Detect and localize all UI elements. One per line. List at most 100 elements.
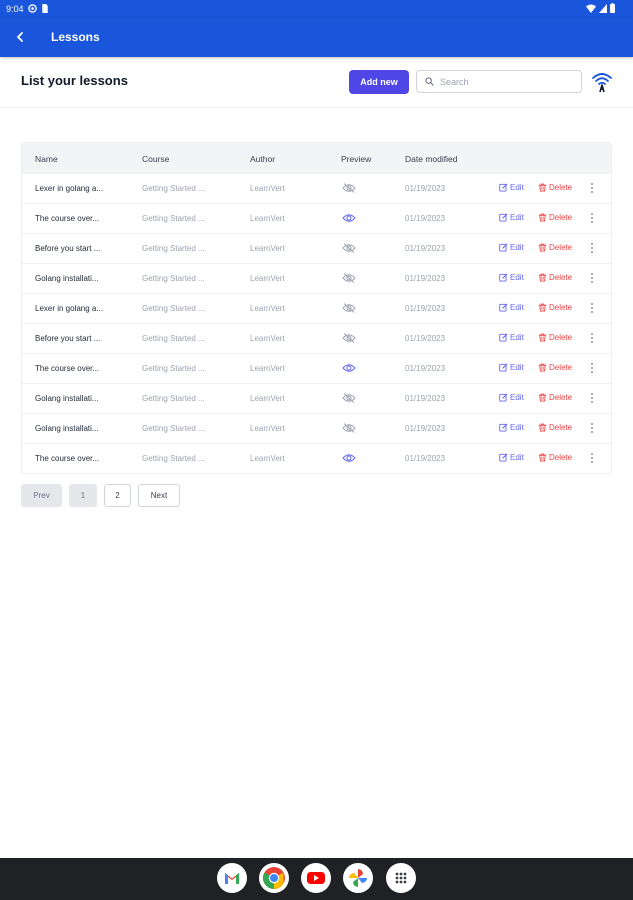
- edit-button[interactable]: Edit: [499, 423, 524, 432]
- more-options-icon[interactable]: [589, 182, 595, 196]
- lessons-table: Name Course Author Preview Date modified…: [21, 142, 612, 474]
- gmail-icon[interactable]: [217, 863, 247, 893]
- edit-button[interactable]: Edit: [499, 393, 524, 402]
- system-dock: [0, 858, 633, 900]
- battery-status-icon: [610, 3, 615, 15]
- table-row[interactable]: The course over... Getting Started ... L…: [22, 203, 611, 233]
- lesson-name: Golang installati...: [35, 394, 99, 403]
- lesson-author: LearnVert: [250, 424, 285, 433]
- trash-icon: [538, 423, 547, 432]
- column-header-date-modified[interactable]: Date modified: [405, 154, 457, 164]
- edit-button[interactable]: Edit: [499, 303, 524, 312]
- table-header: Name Course Author Preview Date modified: [22, 143, 611, 173]
- more-options-icon[interactable]: [589, 392, 595, 406]
- table-row[interactable]: Before you start ... Getting Started ...…: [22, 233, 611, 263]
- more-options-icon[interactable]: [589, 452, 595, 466]
- trash-icon: [538, 273, 547, 282]
- edit-label: Edit: [510, 423, 524, 432]
- pagination-page-2[interactable]: 2: [104, 484, 131, 507]
- pagination-prev-button[interactable]: Prev: [21, 484, 62, 507]
- edit-icon: [499, 333, 508, 342]
- search-input[interactable]: [440, 74, 575, 89]
- more-options-icon[interactable]: [589, 422, 595, 436]
- table-row[interactable]: Lexer in golang a... Getting Started ...…: [22, 173, 611, 203]
- app-drawer-icon[interactable]: [386, 863, 416, 893]
- delete-button[interactable]: Delete: [538, 453, 572, 462]
- lesson-author: LearnVert: [250, 304, 285, 313]
- table-row[interactable]: The course over... Getting Started ... L…: [22, 443, 611, 473]
- eye-icon: [342, 364, 356, 372]
- delete-button[interactable]: Delete: [538, 303, 572, 312]
- more-options-icon[interactable]: [589, 362, 595, 376]
- page-header: List your lessons Add new: [0, 57, 633, 108]
- delete-button[interactable]: Delete: [538, 243, 572, 252]
- connectivity-icon[interactable]: [591, 71, 613, 98]
- column-header-course[interactable]: Course: [142, 154, 169, 164]
- edit-button[interactable]: Edit: [499, 183, 524, 192]
- edit-button[interactable]: Edit: [499, 363, 524, 372]
- page-title: List your lessons: [21, 73, 128, 88]
- edit-button[interactable]: Edit: [499, 243, 524, 252]
- status-bar: 9:04: [0, 0, 633, 18]
- delete-button[interactable]: Delete: [538, 183, 572, 192]
- preview-eye-icon[interactable]: [342, 332, 356, 346]
- table-row[interactable]: Golang installati... Getting Started ...…: [22, 263, 611, 293]
- preview-eye-icon[interactable]: [342, 302, 356, 316]
- delete-label: Delete: [549, 453, 573, 462]
- edit-label: Edit: [510, 393, 524, 402]
- column-header-author[interactable]: Author: [250, 154, 275, 164]
- edit-label: Edit: [510, 333, 524, 342]
- edit-button[interactable]: Edit: [499, 273, 524, 282]
- delete-button[interactable]: Delete: [538, 363, 572, 372]
- trash-icon: [538, 333, 547, 342]
- photos-icon[interactable]: [343, 863, 373, 893]
- column-header-name[interactable]: Name: [35, 154, 58, 164]
- pagination-next-button[interactable]: Next: [138, 484, 180, 507]
- chrome-icon[interactable]: [259, 863, 289, 893]
- search-box[interactable]: [416, 70, 582, 93]
- delete-button[interactable]: Delete: [538, 393, 572, 402]
- preview-eye-icon[interactable]: [342, 182, 356, 196]
- edit-button[interactable]: Edit: [499, 453, 524, 462]
- back-arrow-icon[interactable]: [14, 29, 28, 45]
- table-body: Lexer in golang a... Getting Started ...…: [22, 173, 611, 473]
- add-new-button[interactable]: Add new: [349, 70, 409, 94]
- table-row[interactable]: Golang installati... Getting Started ...…: [22, 413, 611, 443]
- lesson-author: LearnVert: [250, 274, 285, 283]
- edit-button[interactable]: Edit: [499, 213, 524, 222]
- preview-eye-icon[interactable]: [342, 212, 356, 226]
- edit-icon: [499, 453, 508, 462]
- lesson-course: Getting Started ...: [142, 334, 205, 343]
- lesson-date-modified: 01/19/2023: [405, 184, 446, 193]
- edit-icon: [499, 363, 508, 372]
- table-row[interactable]: Before you start ... Getting Started ...…: [22, 323, 611, 353]
- pagination-page-1[interactable]: 1: [69, 484, 97, 507]
- more-options-icon[interactable]: [589, 242, 595, 256]
- lesson-course: Getting Started ...: [142, 454, 205, 463]
- preview-eye-icon[interactable]: [342, 452, 356, 466]
- more-options-icon[interactable]: [589, 212, 595, 226]
- table-row[interactable]: Lexer in golang a... Getting Started ...…: [22, 293, 611, 323]
- edit-label: Edit: [510, 303, 524, 312]
- trash-icon: [538, 303, 547, 312]
- preview-eye-icon[interactable]: [342, 272, 356, 286]
- lesson-course: Getting Started ...: [142, 394, 205, 403]
- more-options-icon[interactable]: [589, 302, 595, 316]
- edit-button[interactable]: Edit: [499, 333, 524, 342]
- delete-button[interactable]: Delete: [538, 273, 572, 282]
- table-row[interactable]: The course over... Getting Started ... L…: [22, 353, 611, 383]
- preview-eye-icon[interactable]: [342, 422, 356, 436]
- table-row[interactable]: Golang installati... Getting Started ...…: [22, 383, 611, 413]
- preview-eye-icon[interactable]: [342, 242, 356, 256]
- delete-button[interactable]: Delete: [538, 213, 572, 222]
- lesson-course: Getting Started ...: [142, 274, 205, 283]
- delete-button[interactable]: Delete: [538, 423, 572, 432]
- more-options-icon[interactable]: [589, 332, 595, 346]
- more-options-icon[interactable]: [589, 272, 595, 286]
- preview-eye-icon[interactable]: [342, 392, 356, 406]
- youtube-icon[interactable]: [301, 863, 331, 893]
- lesson-name: Golang installati...: [35, 424, 99, 433]
- column-header-preview[interactable]: Preview: [341, 154, 371, 164]
- delete-button[interactable]: Delete: [538, 333, 572, 342]
- preview-eye-icon[interactable]: [342, 362, 356, 376]
